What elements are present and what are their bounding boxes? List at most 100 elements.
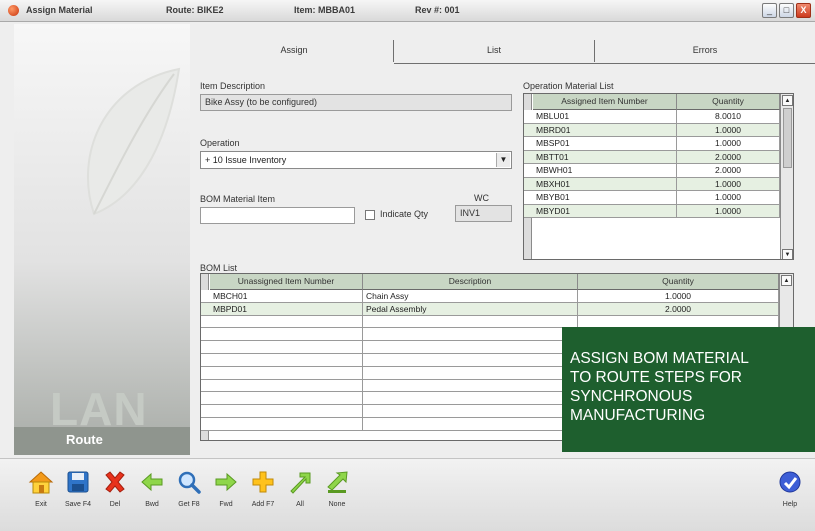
- help-icon: [779, 471, 801, 493]
- quantity-cell[interactable]: 2.0000: [677, 164, 780, 177]
- home-icon: [28, 471, 54, 494]
- table-row[interactable]: MBSP01 1.0000: [524, 137, 780, 151]
- unassigned-item-cell[interactable]: [210, 341, 363, 355]
- left-panel: LAN Route: [14, 24, 190, 455]
- backward-button[interactable]: Bwd: [135, 469, 169, 508]
- assigned-item-cell[interactable]: MBYD01: [533, 204, 677, 218]
- route-indicator: Route: BIKE2: [166, 5, 224, 15]
- none-button[interactable]: None: [320, 469, 354, 508]
- table-row[interactable]: MBTT01 2.0000: [524, 150, 780, 164]
- table-row[interactable]: MBLU01 8.0010: [524, 110, 780, 124]
- feature-callout: ASSIGN BOM MATERIAL TO ROUTE STEPS FOR S…: [562, 327, 815, 452]
- help-button[interactable]: Help: [773, 469, 807, 508]
- exit-button[interactable]: Exit: [24, 469, 58, 508]
- item-description-label: Item Description: [200, 81, 266, 91]
- description-cell[interactable]: Pedal Assembly: [363, 302, 578, 316]
- column-header-assigned-item[interactable]: Assigned Item Number: [533, 94, 677, 110]
- wc-field: INV1: [455, 205, 512, 222]
- window-title: Assign Material: [26, 5, 93, 15]
- backward-label: Bwd: [145, 501, 159, 508]
- column-header-unassigned-item[interactable]: Unassigned Item Number: [210, 274, 363, 290]
- maximize-button[interactable]: □: [779, 3, 794, 18]
- description-cell[interactable]: [363, 341, 578, 355]
- unassigned-item-cell[interactable]: [210, 366, 363, 380]
- operation-select[interactable]: + 10 Issue Inventory ▼: [200, 151, 512, 169]
- table-row[interactable]: MBRD01 1.0000: [524, 123, 780, 137]
- quantity-cell[interactable]: 1.0000: [677, 191, 780, 204]
- save-button[interactable]: Save F4: [61, 469, 95, 508]
- table-row[interactable]: MBWH01 2.0000: [524, 164, 780, 178]
- assigned-item-cell[interactable]: MBLU01: [533, 110, 677, 123]
- close-button[interactable]: X: [796, 3, 811, 18]
- operation-list-scrollbar[interactable]: ▲ ▼: [780, 94, 793, 259]
- description-cell[interactable]: [363, 354, 578, 367]
- column-header-quantity[interactable]: Quantity: [578, 274, 779, 290]
- assigned-item-cell[interactable]: MBYB01: [533, 191, 677, 204]
- scroll-thumb[interactable]: [783, 108, 792, 168]
- scroll-up-icon[interactable]: ▲: [782, 95, 793, 106]
- column-header-quantity[interactable]: Quantity: [677, 94, 780, 110]
- tab-list[interactable]: List: [394, 38, 594, 64]
- minimize-button[interactable]: _: [762, 3, 777, 18]
- scroll-up-icon[interactable]: ▲: [781, 275, 792, 286]
- unassigned-item-cell[interactable]: [210, 328, 363, 342]
- table-row[interactable]: MBPD01 Pedal Assembly 2.0000: [201, 302, 779, 316]
- unassigned-item-cell[interactable]: [210, 405, 363, 419]
- item-description-field: Bike Assy (to be configured): [200, 94, 512, 111]
- table-row[interactable]: MBCH01 Chain Assy 1.0000: [201, 290, 779, 303]
- quantity-cell[interactable]: 8.0010: [677, 110, 780, 123]
- operation-label: Operation: [200, 138, 240, 148]
- scroll-down-icon[interactable]: ▼: [782, 249, 793, 259]
- all-button[interactable]: All: [283, 469, 317, 508]
- assign-all-icon: [290, 472, 311, 494]
- description-cell[interactable]: [363, 418, 578, 431]
- bom-material-item-input[interactable]: [200, 207, 355, 224]
- quantity-cell[interactable]: 2.0000: [578, 302, 779, 316]
- indicate-qty-checkbox[interactable]: [365, 210, 375, 220]
- table-row[interactable]: MBYB01 1.0000: [524, 191, 780, 205]
- quantity-cell[interactable]: 2.0000: [677, 150, 780, 164]
- column-header-description[interactable]: Description: [363, 274, 578, 290]
- description-cell[interactable]: [363, 366, 578, 380]
- table-row[interactable]: MBYD01 1.0000: [524, 204, 780, 218]
- unassigned-item-cell[interactable]: [210, 315, 363, 329]
- unassigned-item-cell[interactable]: [210, 418, 363, 431]
- quantity-cell[interactable]: 1.0000: [677, 177, 780, 191]
- description-cell[interactable]: [363, 405, 578, 419]
- unassigned-item-cell[interactable]: [210, 392, 363, 406]
- quantity-cell[interactable]: 1.0000: [677, 123, 780, 137]
- quantity-cell[interactable]: 1.0000: [677, 137, 780, 150]
- delete-button[interactable]: Del: [98, 469, 132, 508]
- tab-underline: [394, 63, 815, 64]
- unassigned-item-cell[interactable]: MBCH01: [210, 290, 363, 303]
- assigned-item-cell[interactable]: MBTT01: [533, 150, 677, 164]
- quantity-cell[interactable]: 1.0000: [578, 290, 779, 303]
- quantity-cell[interactable]: 1.0000: [677, 204, 780, 218]
- leaf-watermark-icon: [86, 67, 181, 216]
- bom-material-item-label: BOM Material Item: [200, 194, 276, 204]
- assigned-item-cell[interactable]: MBSP01: [533, 137, 677, 150]
- description-cell[interactable]: [363, 328, 578, 342]
- description-cell[interactable]: Chain Assy: [363, 290, 578, 303]
- add-button[interactable]: Add F7: [246, 469, 280, 508]
- get-button[interactable]: Get F8: [172, 469, 206, 508]
- route-label: Route: [66, 432, 103, 447]
- assigned-item-cell[interactable]: MBRD01: [533, 123, 677, 137]
- title-bar: Assign Material Route: BIKE2 Item: MBBA0…: [0, 0, 815, 22]
- table-row[interactable]: MBXH01 1.0000: [524, 177, 780, 191]
- tab-errors[interactable]: Errors: [595, 38, 815, 64]
- description-cell[interactable]: [363, 392, 578, 406]
- assigned-item-cell[interactable]: MBWH01: [533, 164, 677, 177]
- search-icon: [178, 471, 201, 494]
- assigned-item-cell[interactable]: MBXH01: [533, 177, 677, 191]
- save-icon: [67, 471, 89, 493]
- bom-list-title: BOM List: [200, 263, 238, 273]
- chevron-down-icon[interactable]: ▼: [496, 153, 510, 167]
- unassigned-item-cell[interactable]: [210, 379, 363, 393]
- description-cell[interactable]: [363, 315, 578, 329]
- unassigned-item-cell[interactable]: [210, 354, 363, 367]
- description-cell[interactable]: [363, 379, 578, 393]
- forward-button[interactable]: Fwd: [209, 469, 243, 508]
- tab-assign[interactable]: Assign: [195, 38, 393, 64]
- unassigned-item-cell[interactable]: MBPD01: [210, 302, 363, 316]
